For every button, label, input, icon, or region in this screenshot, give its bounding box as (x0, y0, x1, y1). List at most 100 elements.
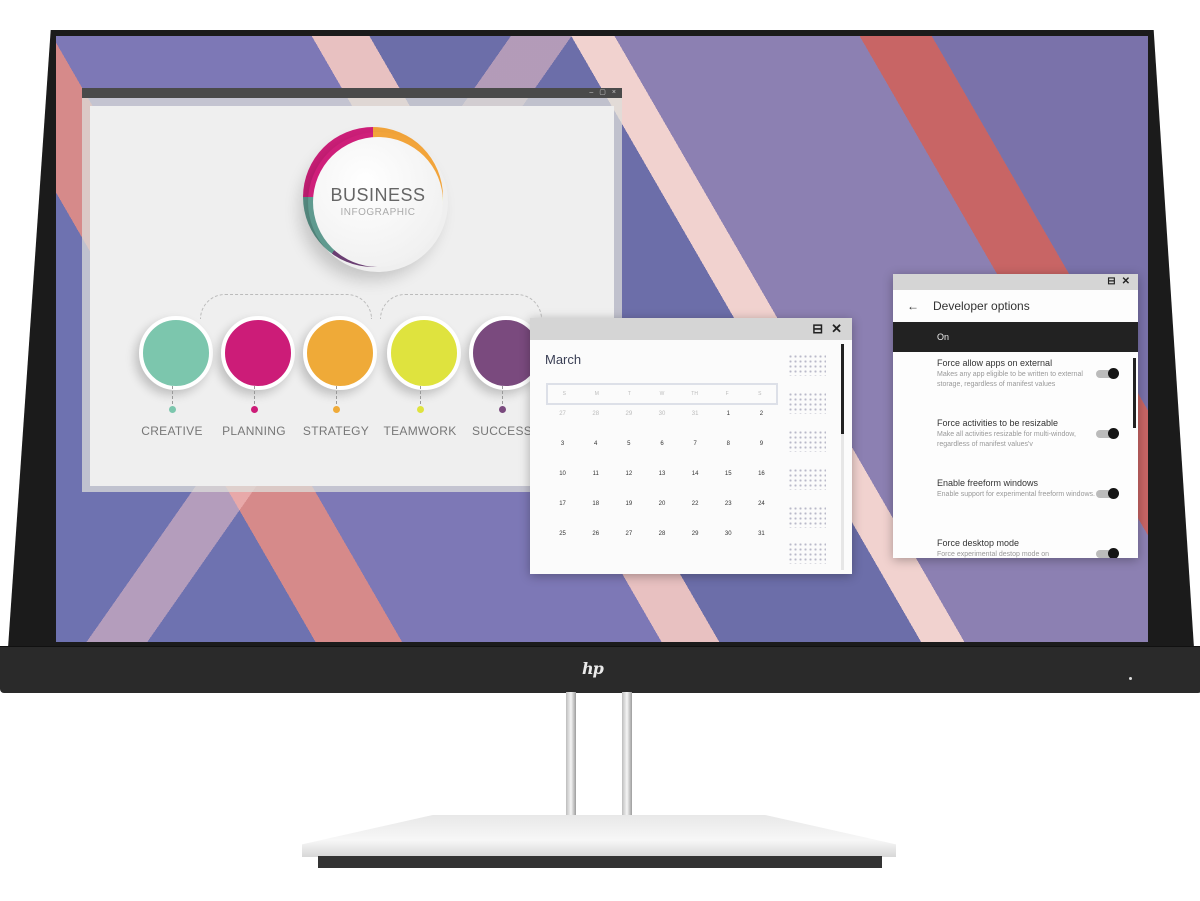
stand-post-left (566, 692, 576, 824)
calendar-day[interactable]: 28 (579, 406, 612, 436)
back-arrow-icon[interactable]: ← (893, 299, 933, 313)
calendar-grid: 27 28 29 30 31 1 2 3 4 5 6 7 8 9 10 11 12 13 14 15 16 17 18 19 2… (546, 406, 778, 556)
calendar-week-row: 17 18 19 20 22 23 24 (546, 496, 778, 526)
calendar-day[interactable]: 24 (745, 496, 778, 526)
close-icon[interactable]: × (612, 88, 616, 98)
calendar-day[interactable]: 7 (679, 436, 712, 466)
weekday-label: F (725, 391, 729, 397)
option-toggle[interactable] (1096, 368, 1119, 379)
connector-line (380, 294, 542, 319)
developer-option-item[interactable]: Force desktop mode Force experimental des… (893, 532, 1138, 558)
close-icon[interactable]: ✕ (831, 318, 842, 340)
developer-options-window: ⊟ ✕ ← Developer options On Force allow a… (893, 274, 1138, 558)
calendar-day[interactable]: 12 (612, 466, 645, 496)
node-dot (251, 406, 258, 413)
developer-header: ← Developer options (893, 290, 1138, 322)
calendar-day[interactable]: 16 (745, 466, 778, 496)
calendar-day[interactable]: 9 (745, 436, 778, 466)
calendar-day[interactable]: 3 (546, 436, 579, 466)
node-dot (499, 406, 506, 413)
node-dot (417, 406, 424, 413)
calendar-day[interactable]: 5 (612, 436, 645, 466)
developer-option-item[interactable]: Force allow apps on external Makes any ap… (893, 352, 1138, 412)
option-toggle[interactable] (1096, 428, 1119, 439)
calendar-day[interactable]: 22 (679, 496, 712, 526)
calendar-day[interactable]: 28 (645, 526, 678, 556)
calendar-day[interactable]: 29 (612, 406, 645, 436)
master-switch-bar[interactable]: On (893, 322, 1138, 352)
screen: – ▢ × BUSINESS INFOGRAPHIC CREATIVE PLANN… (56, 36, 1148, 642)
calendar-day[interactable]: 13 (645, 466, 678, 496)
calendar-day[interactable]: 19 (612, 496, 645, 526)
option-title: Force allow apps on external (937, 358, 1053, 368)
node-stem (254, 386, 255, 404)
node-circle (303, 316, 377, 390)
toggle-knob (1108, 368, 1119, 379)
power-led-icon (1129, 677, 1132, 680)
dot-pattern (788, 506, 826, 528)
close-icon[interactable]: ✕ (1122, 274, 1130, 290)
calendar-scrollbar[interactable] (841, 344, 844, 570)
node-circle (221, 316, 295, 390)
snap-icon[interactable]: ⊟ (1107, 274, 1115, 290)
dot-pattern (788, 430, 826, 452)
weekday-header: S M T W TH F S (546, 383, 778, 405)
calendar-day[interactable]: 30 (712, 526, 745, 556)
calendar-day[interactable]: 31 (745, 526, 778, 556)
developer-titlebar[interactable]: ⊟ ✕ (893, 274, 1138, 290)
calendar-day[interactable]: 11 (579, 466, 612, 496)
node-circle (139, 316, 213, 390)
calendar-day[interactable]: 31 (679, 406, 712, 436)
calendar-titlebar[interactable]: ⊟ ✕ (530, 318, 852, 340)
minimize-icon[interactable]: – (589, 88, 593, 98)
developer-option-item[interactable]: Force activities to be resizable Make all… (893, 412, 1138, 472)
weekday-label: T (627, 391, 631, 397)
infographic-window-titlebar[interactable]: – ▢ × (82, 88, 622, 98)
monitor: – ▢ × BUSINESS INFOGRAPHIC CREATIVE PLANN… (0, 30, 1200, 693)
calendar-day[interactable]: 29 (679, 526, 712, 556)
toggle-knob (1108, 548, 1119, 558)
option-description: Force experimental destop mode on (937, 551, 1050, 558)
calendar-day[interactable]: 8 (712, 436, 745, 466)
calendar-day[interactable]: 10 (546, 466, 579, 496)
calendar-day[interactable]: 1 (712, 406, 745, 436)
dot-pattern (788, 542, 826, 564)
option-toggle[interactable] (1096, 488, 1119, 499)
option-toggle[interactable] (1096, 548, 1119, 558)
calendar-day[interactable]: 23 (712, 496, 745, 526)
calendar-day[interactable]: 27 (546, 406, 579, 436)
option-title: Enable freeform windows (937, 478, 1039, 488)
monitor-chin: hp (0, 646, 1200, 693)
developer-scrollbar[interactable] (1133, 358, 1136, 558)
hub-title: BUSINESS (330, 185, 426, 205)
weekday-label: M (594, 391, 599, 397)
calendar-day[interactable]: 2 (745, 406, 778, 436)
calendar-day[interactable]: 27 (612, 526, 645, 556)
scrollbar-thumb[interactable] (841, 344, 844, 434)
maximize-icon[interactable]: ▢ (599, 88, 606, 98)
node-stem (420, 386, 421, 404)
option-title: Force desktop mode (937, 538, 1020, 548)
node-dot (169, 406, 176, 413)
calendar-day[interactable]: 14 (679, 466, 712, 496)
hub-circle: BUSINESS INFOGRAPHIC (308, 132, 448, 272)
calendar-day[interactable]: 6 (645, 436, 678, 466)
calendar-week-row: 25 26 27 28 29 30 31 (546, 526, 778, 556)
calendar-day[interactable]: 26 (579, 526, 612, 556)
weekday-label: S (562, 391, 566, 397)
weekday-label: TH (691, 391, 698, 397)
calendar-day[interactable]: 20 (645, 496, 678, 526)
calendar-day[interactable]: 4 (579, 436, 612, 466)
weekday-label: W (659, 391, 665, 397)
calendar-day[interactable]: 18 (579, 496, 612, 526)
stand-base (302, 815, 896, 857)
scrollbar-thumb[interactable] (1133, 358, 1136, 428)
calendar-day[interactable]: 17 (546, 496, 579, 526)
developer-option-item[interactable]: Enable freeform windows Enable support fo… (893, 472, 1138, 532)
calendar-month: March (545, 352, 582, 367)
calendar-day[interactable]: 15 (712, 466, 745, 496)
calendar-day[interactable]: 30 (645, 406, 678, 436)
stand-post-right (622, 692, 632, 824)
calendar-day[interactable]: 25 (546, 526, 579, 556)
snap-icon[interactable]: ⊟ (812, 318, 823, 340)
